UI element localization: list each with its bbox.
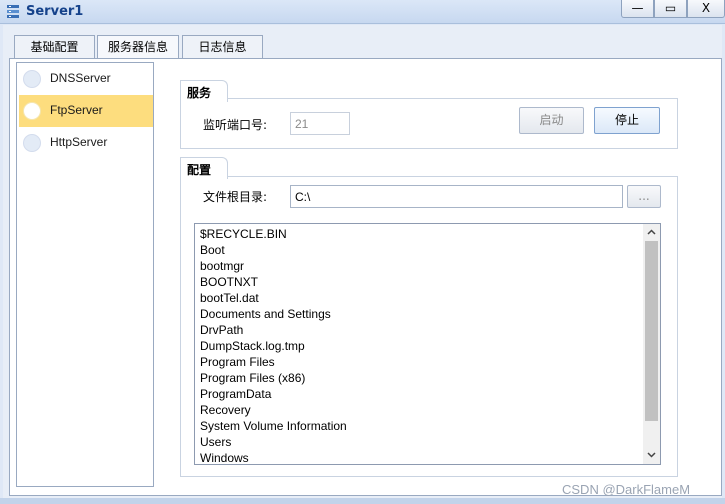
list-item[interactable]: DumpStack.log.tmp (200, 339, 305, 353)
list-item[interactable]: bootmgr (200, 259, 244, 273)
title-bar: Server1 — ▭ X (0, 0, 725, 24)
list-item[interactable]: Users (200, 435, 231, 449)
server-status-icon (23, 102, 41, 120)
file-list[interactable]: $RECYCLE.BIN Boot bootmgr BOOTNXT bootTe… (194, 223, 661, 465)
port-input[interactable]: 21 (290, 112, 350, 135)
start-button[interactable]: 启动 (519, 107, 584, 134)
root-dir-input[interactable]: C:\ (290, 185, 623, 208)
sidebar-item-label: DNSServer (50, 71, 111, 85)
sidebar-item-label: HttpServer (50, 135, 108, 149)
list-item[interactable]: Program Files (200, 355, 275, 369)
close-button[interactable]: X (687, 0, 725, 18)
maximize-button[interactable]: ▭ (654, 0, 687, 18)
sidebar-item-ftpserver[interactable]: FtpServer (19, 95, 153, 127)
list-item[interactable]: Windows (200, 451, 249, 464)
list-item[interactable]: System Volume Information (200, 419, 347, 433)
list-item[interactable]: BOOTNXT (200, 275, 258, 289)
server-status-icon (23, 70, 41, 88)
browse-button[interactable]: ... (627, 185, 661, 208)
port-label: 监听端口号: (203, 118, 268, 132)
sidebar-item-dnsserver[interactable]: DNSServer (19, 63, 153, 95)
list-item[interactable]: DrvPath (200, 323, 243, 337)
vertical-scrollbar[interactable] (643, 224, 660, 464)
service-group-header: 服务 (180, 80, 228, 102)
list-item[interactable]: $RECYCLE.BIN (200, 227, 287, 241)
list-item[interactable]: Boot (200, 243, 225, 257)
sidebar-item-httpserver[interactable]: HttpServer (19, 127, 153, 159)
config-group-header: 配置 (180, 157, 228, 179)
window-title: Server1 (26, 4, 84, 19)
list-item[interactable]: Program Files (x86) (200, 371, 305, 385)
chevron-down-icon[interactable] (643, 447, 660, 464)
server-status-icon (23, 134, 41, 152)
config-group-title: 配置 (187, 163, 212, 177)
watermark: CSDN @DarkFlameM (562, 482, 691, 497)
chevron-up-icon[interactable] (643, 224, 660, 241)
minimize-button[interactable]: — (621, 0, 654, 18)
service-group-title: 服务 (187, 86, 212, 100)
server-icon (5, 4, 21, 20)
window-bottom-border (0, 498, 725, 504)
tab-server-info[interactable]: 服务器信息 (97, 35, 179, 59)
root-dir-label: 文件根目录: (203, 190, 268, 204)
stop-button[interactable]: 停止 (594, 107, 660, 134)
tab-basic-config[interactable]: 基础配置 (14, 35, 95, 59)
list-item[interactable]: bootTel.dat (200, 291, 259, 305)
list-item[interactable]: ProgramData (200, 387, 271, 401)
sidebar-item-label: FtpServer (50, 103, 103, 117)
tab-log-info[interactable]: 日志信息 (182, 35, 263, 59)
list-item[interactable]: Recovery (200, 403, 251, 417)
list-item[interactable]: Documents and Settings (200, 307, 331, 321)
server-list: DNSServer FtpServer HttpServer (16, 62, 154, 487)
scrollbar-thumb[interactable] (645, 241, 658, 421)
